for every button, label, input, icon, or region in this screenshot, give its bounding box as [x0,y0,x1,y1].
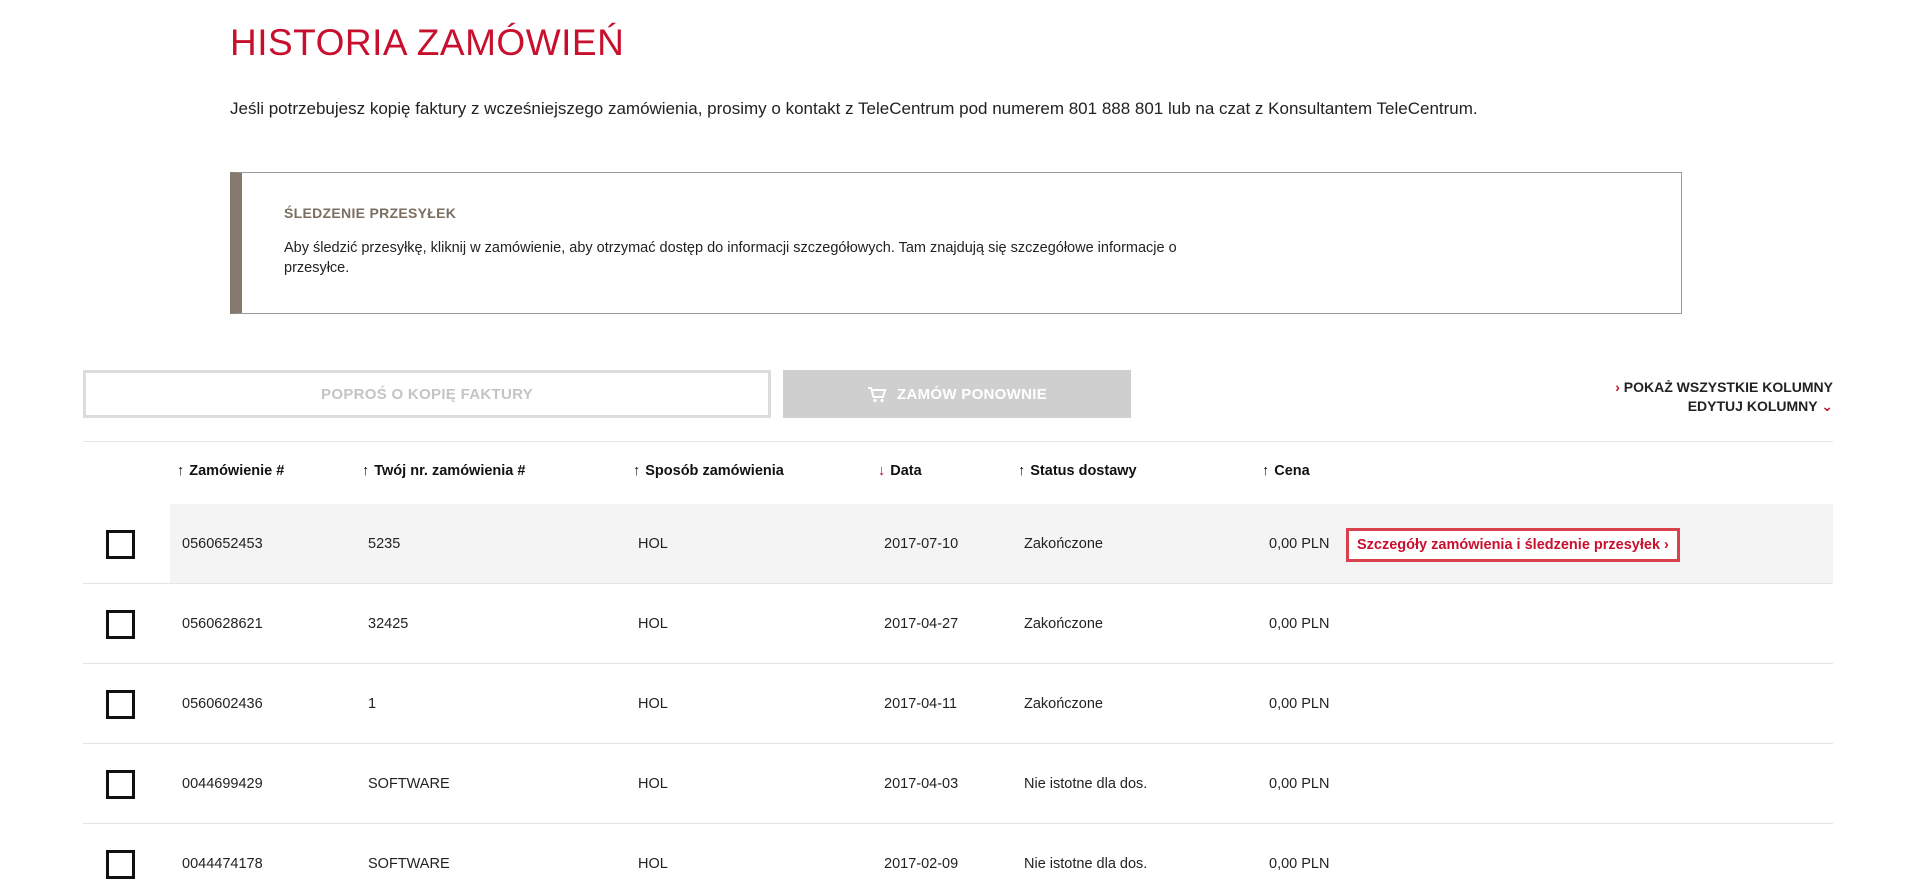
column-header-label: Data [890,463,922,479]
order-method: HOL [638,856,668,872]
order-date: 2017-04-03 [884,776,959,792]
order-price: 0,00 PLN [1269,696,1330,712]
table-row[interactable]: 0560602436 1 HOL 2017-04-11 Zakończone 0… [0,664,1920,744]
delivery-status: Zakończone [1024,696,1103,712]
sort-arrow-icon: ↑ [1262,463,1270,479]
show-all-columns-link[interactable]: › POKAŻ WSZYSTKIE KOLUMNY [1615,378,1833,397]
order-number: 0044474178 [182,856,263,872]
column-header-label: Sposób zamówienia [645,463,784,479]
your-order-number: SOFTWARE [368,856,450,872]
table-row[interactable]: 0560628621 32425 HOL 2017-04-27 Zakończo… [0,584,1920,664]
order-price: 0,00 PLN [1269,616,1330,632]
delivery-status: Nie istotne dla dos. [1024,856,1148,872]
delivery-status: Zakończone [1024,536,1103,552]
column-controls: › POKAŻ WSZYSTKIE KOLUMNY EDYTUJ KOLUMNY… [1615,378,1833,416]
order-price: 0,00 PLN [1269,536,1330,552]
order-date: 2017-02-09 [884,856,959,872]
sort-arrow-down-icon: ↓ [878,463,886,479]
row-checkbox[interactable] [106,690,135,719]
order-number: 0560628621 [182,616,263,632]
order-price: 0,00 PLN [1269,776,1330,792]
order-price: 0,00 PLN [1269,856,1330,872]
row-checkbox[interactable] [106,850,135,879]
table-header: ↑ Zamówienie # ↑ Twój nr. zamówienia # ↑ Sp… [0,460,1920,484]
row-background [170,584,1833,664]
table-row[interactable]: 0560652453 5235 HOL 2017-07-10 Zakończon… [0,504,1920,584]
column-header-label: Twój nr. zamówienia # [374,463,526,479]
row-checkbox[interactable] [106,610,135,639]
chevron-right-icon: › [1615,379,1620,395]
column-header-your-order-number[interactable]: ↑ Twój nr. zamówienia # [362,463,525,479]
column-header-date[interactable]: ↓ Data [878,463,922,479]
order-method: HOL [638,536,668,552]
request-invoice-copy-button[interactable]: POPROŚ O KOPIĘ FAKTURY [83,370,771,418]
cart-icon [867,385,887,403]
order-method: HOL [638,776,668,792]
your-order-number: 1 [368,696,377,712]
reorder-label: ZAMÓW PONOWNIE [896,385,1048,403]
delivery-status: Nie istotne dla dos. [1024,776,1148,792]
sort-arrow-icon: ↑ [1018,463,1026,479]
sort-arrow-icon: ↑ [362,463,370,479]
edit-columns-link[interactable]: EDYTUJ KOLUMNY ⌄ [1615,397,1833,416]
column-header-price[interactable]: ↑ Cena [1262,463,1310,479]
your-order-number: 5235 [368,536,401,552]
column-header-label: Status dostawy [1030,463,1137,479]
order-number: 0560602436 [182,696,263,712]
order-date: 2017-04-27 [884,616,959,632]
edit-columns-label: EDYTUJ KOLUMNY [1687,398,1818,414]
order-date: 2017-04-11 [884,696,958,712]
order-number: 0560652453 [182,536,263,552]
page-title: HISTORIA ZAMÓWIEŃ [230,22,625,63]
sort-arrow-icon: ↑ [177,463,185,479]
column-header-delivery-status[interactable]: ↑ Status dostawy [1018,463,1137,479]
delivery-status: Zakończone [1024,616,1103,632]
column-header-order-number[interactable]: ↑ Zamówienie # [177,463,284,479]
order-date: 2017-07-10 [884,536,959,552]
notice-title: ŚLEDZENIE PRZESYŁEK [284,205,457,221]
row-checkbox[interactable] [106,530,135,559]
show-all-columns-label: POKAŻ WSZYSTKIE KOLUMNY [1623,379,1833,395]
column-header-label: Zamówienie # [189,463,285,479]
sort-arrow-icon: ↑ [633,463,641,479]
order-history-page: HISTORIA ZAMÓWIEŃ Jeśli potrzebujesz kop… [0,0,1920,895]
order-method: HOL [638,696,668,712]
order-details-tracking-link[interactable]: Szczegóły zamówienia i śledzenie przesył… [1346,528,1680,562]
table-row[interactable]: 0044699429 SOFTWARE HOL 2017-04-03 Nie i… [0,744,1920,824]
row-background [170,664,1833,744]
column-header-order-method[interactable]: ↑ Sposób zamówienia [633,463,784,479]
notice-text: Aby śledzić przesyłkę, kliknij w zamówie… [284,240,1177,276]
header-divider [83,441,1833,442]
tracking-notice: ŚLEDZENIE PRZESYŁEK Aby śledzić przesyłk… [230,172,1682,314]
column-header-label: Cena [1274,463,1310,479]
request-invoice-copy-label: POPROŚ O KOPIĘ FAKTURY [321,385,533,403]
order-method: HOL [638,616,668,632]
intro-text: Jeśli potrzebujesz kopię faktury z wcześ… [230,99,1478,118]
your-order-number: SOFTWARE [368,776,450,792]
order-number: 0044699429 [182,776,263,792]
row-checkbox[interactable] [106,770,135,799]
reorder-button[interactable]: ZAMÓW PONOWNIE [783,370,1131,418]
table-row[interactable]: 0044474178 SOFTWARE HOL 2017-02-09 Nie i… [0,824,1920,895]
your-order-number: 32425 [368,616,409,632]
chevron-down-icon: ⌄ [1821,398,1833,414]
